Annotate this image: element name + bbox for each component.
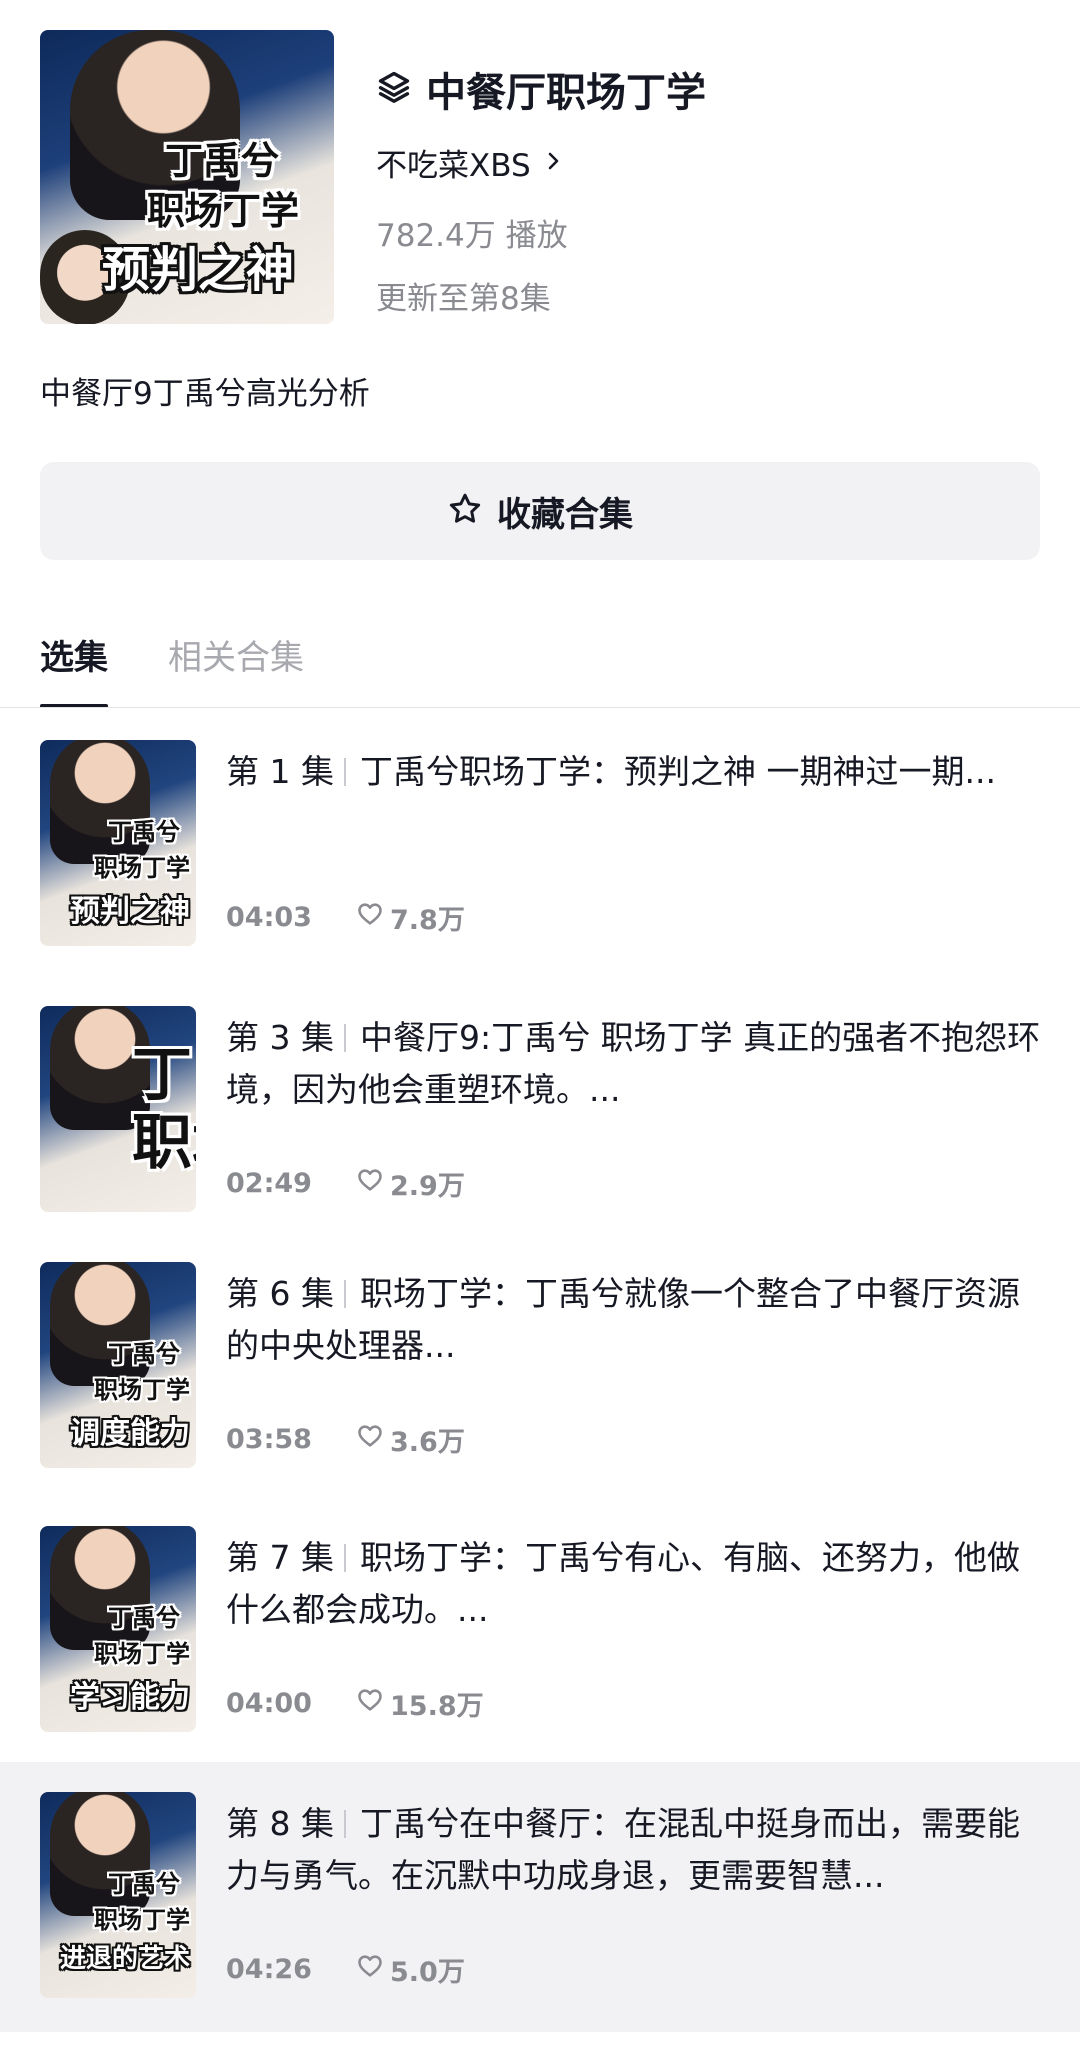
episode-duration: 04:26 [226,1954,312,1985]
episode-item-current[interactable]: 丁禹兮 职场丁学 进退的艺术 第 8 集丁禹兮在中餐厅：在混乱中挺身而出，需要能… [0,1762,1080,2032]
author-link[interactable]: 不吃菜XBS [376,140,565,185]
like-count: 5.0万 [390,1957,465,1988]
thumb-caption-2: 职场丁学 [94,1375,190,1404]
thumb-caption-1: 丁 [132,1040,192,1110]
collection-cover[interactable]: 丁禹兮 职场丁学 预判之神 [40,30,334,324]
thumb-caption-1: 丁禹兮 [108,1603,180,1632]
episode-title: 第 1 集丁禹兮职场丁学：预判之神 一期神过一期... [226,746,1041,798]
cover-caption-3: 预判之神 [101,242,294,298]
episode-title: 第 8 集丁禹兮在中餐厅：在混乱中挺身而出，需要能力与勇气。在沉默中功成身退，更… [226,1798,1041,1902]
episode-likes: 2.9万 [356,1164,465,1203]
favorite-label: 收藏合集 [497,494,633,535]
episode-thumbnail: 丁禹兮 职场丁学 学习能力 [40,1526,196,1732]
episode-duration: 04:00 [226,1688,312,1719]
episode-likes: 5.0万 [356,1950,465,1989]
heart-icon [356,1952,384,1987]
episode-meta: 04:26 5.0万 [226,1950,465,1989]
episode-likes: 3.6万 [356,1420,465,1459]
episode-thumbnail: 丁 职场 [40,1006,196,1212]
divider [343,1024,346,1052]
thumb-caption-2: 职场丁学 [94,1905,190,1934]
episode-title: 第 3 集中餐厅9:丁禹兮 职场丁学 真正的强者不抱怨环境，因为他会重塑环境。.… [226,1012,1041,1116]
tabs-divider [0,707,1080,708]
play-count: 782.4万 播放 [376,218,568,254]
episode-meta: 04:03 7.8万 [226,898,465,937]
like-count: 15.8万 [390,1691,484,1722]
thumb-caption-3: 预判之神 [70,894,190,929]
chevron-right-icon [541,149,565,177]
episode-likes: 7.8万 [356,898,465,937]
episode-item[interactable]: 丁 职场 第 3 集中餐厅9:丁禹兮 职场丁学 真正的强者不抱怨环境，因为他会重… [0,984,1080,1244]
episode-duration: 02:49 [226,1168,312,1199]
divider [343,758,346,786]
episode-thumbnail: 丁禹兮 职场丁学 调度能力 [40,1262,196,1468]
tab-episodes[interactable]: 选集 [40,630,108,708]
thumb-caption-2: 职场 [132,1108,196,1178]
thumb-caption-3: 进退的艺术 [59,1944,190,1974]
favorite-collection-button[interactable]: 收藏合集 [40,462,1040,560]
episode-item[interactable]: 丁禹兮 职场丁学 学习能力 第 7 集职场丁学：丁禹兮有心、有脑、还努力，他做什… [0,1504,1080,1764]
episode-meta: 04:00 15.8万 [226,1684,484,1723]
cover-caption-2: 职场丁学 [146,188,299,233]
episode-likes: 15.8万 [356,1684,484,1723]
thumb-caption-1: 丁禹兮 [108,1869,180,1898]
thumb-caption-1: 丁禹兮 [108,1339,180,1368]
episode-title-text: 丁禹兮职场丁学：预判之神 一期神过一期... [359,752,996,791]
tab-bar: 选集 相关合集 [40,630,304,708]
divider [343,1280,346,1308]
episode-number: 第 1 集 [226,752,334,791]
thumb-caption-2: 职场丁学 [94,853,190,882]
episode-number: 第 7 集 [226,1538,334,1577]
cover-caption-1: 丁禹兮 [164,138,279,183]
episode-duration: 03:58 [226,1424,312,1455]
episode-item[interactable]: 丁禹兮 职场丁学 预判之神 第 1 集丁禹兮职场丁学：预判之神 一期神过一期..… [0,718,1080,978]
heart-icon [356,1686,384,1721]
episode-number: 第 3 集 [226,1018,334,1057]
episode-meta: 03:58 3.6万 [226,1420,465,1459]
episode-title: 第 6 集职场丁学：丁禹兮就像一个整合了中餐厅资源的中央处理器... [226,1268,1041,1372]
tab-related-collections[interactable]: 相关合集 [168,630,304,708]
divider [343,1810,346,1838]
episode-number: 第 8 集 [226,1804,334,1843]
author-name: 不吃菜XBS [376,148,531,184]
heart-icon [356,900,384,935]
episode-thumbnail: 丁禹兮 职场丁学 预判之神 [40,740,196,946]
like-count: 2.9万 [390,1171,465,1202]
stack-icon [376,69,412,109]
episode-meta: 02:49 2.9万 [226,1164,465,1203]
episode-title-text: 中餐厅9:丁禹兮 职场丁学 真正的强者不抱怨环境，因为他会重塑环境。... [226,1018,1041,1109]
episode-title: 第 7 集职场丁学：丁禹兮有心、有脑、还努力，他做什么都会成功。... [226,1532,1041,1636]
episode-duration: 04:03 [226,902,312,933]
collection-title-row: 中餐厅职场丁学 [376,60,706,118]
thumb-caption-3: 调度能力 [70,1416,190,1451]
thumb-caption-2: 职场丁学 [94,1639,190,1668]
divider [343,1544,346,1572]
like-count: 7.8万 [390,905,465,936]
episode-thumbnail: 丁禹兮 职场丁学 进退的艺术 [40,1792,196,1998]
collection-title: 中餐厅职场丁学 [426,70,706,116]
update-status: 更新至第8集 [376,281,551,317]
like-count: 3.6万 [390,1427,465,1458]
star-icon [447,491,483,531]
thumb-caption-1: 丁禹兮 [108,817,180,846]
episode-number: 第 6 集 [226,1274,334,1313]
collection-description: 中餐厅9丁禹兮高光分析 [40,376,370,412]
heart-icon [356,1422,384,1457]
thumb-caption-3: 学习能力 [70,1680,190,1715]
episode-item[interactable]: 丁禹兮 职场丁学 调度能力 第 6 集职场丁学：丁禹兮就像一个整合了中餐厅资源的… [0,1240,1080,1500]
collection-header: 丁禹兮 职场丁学 预判之神 中餐厅职场丁学 不吃菜XBS 782.4万 播放 更… [40,30,1040,325]
heart-icon [356,1166,384,1201]
